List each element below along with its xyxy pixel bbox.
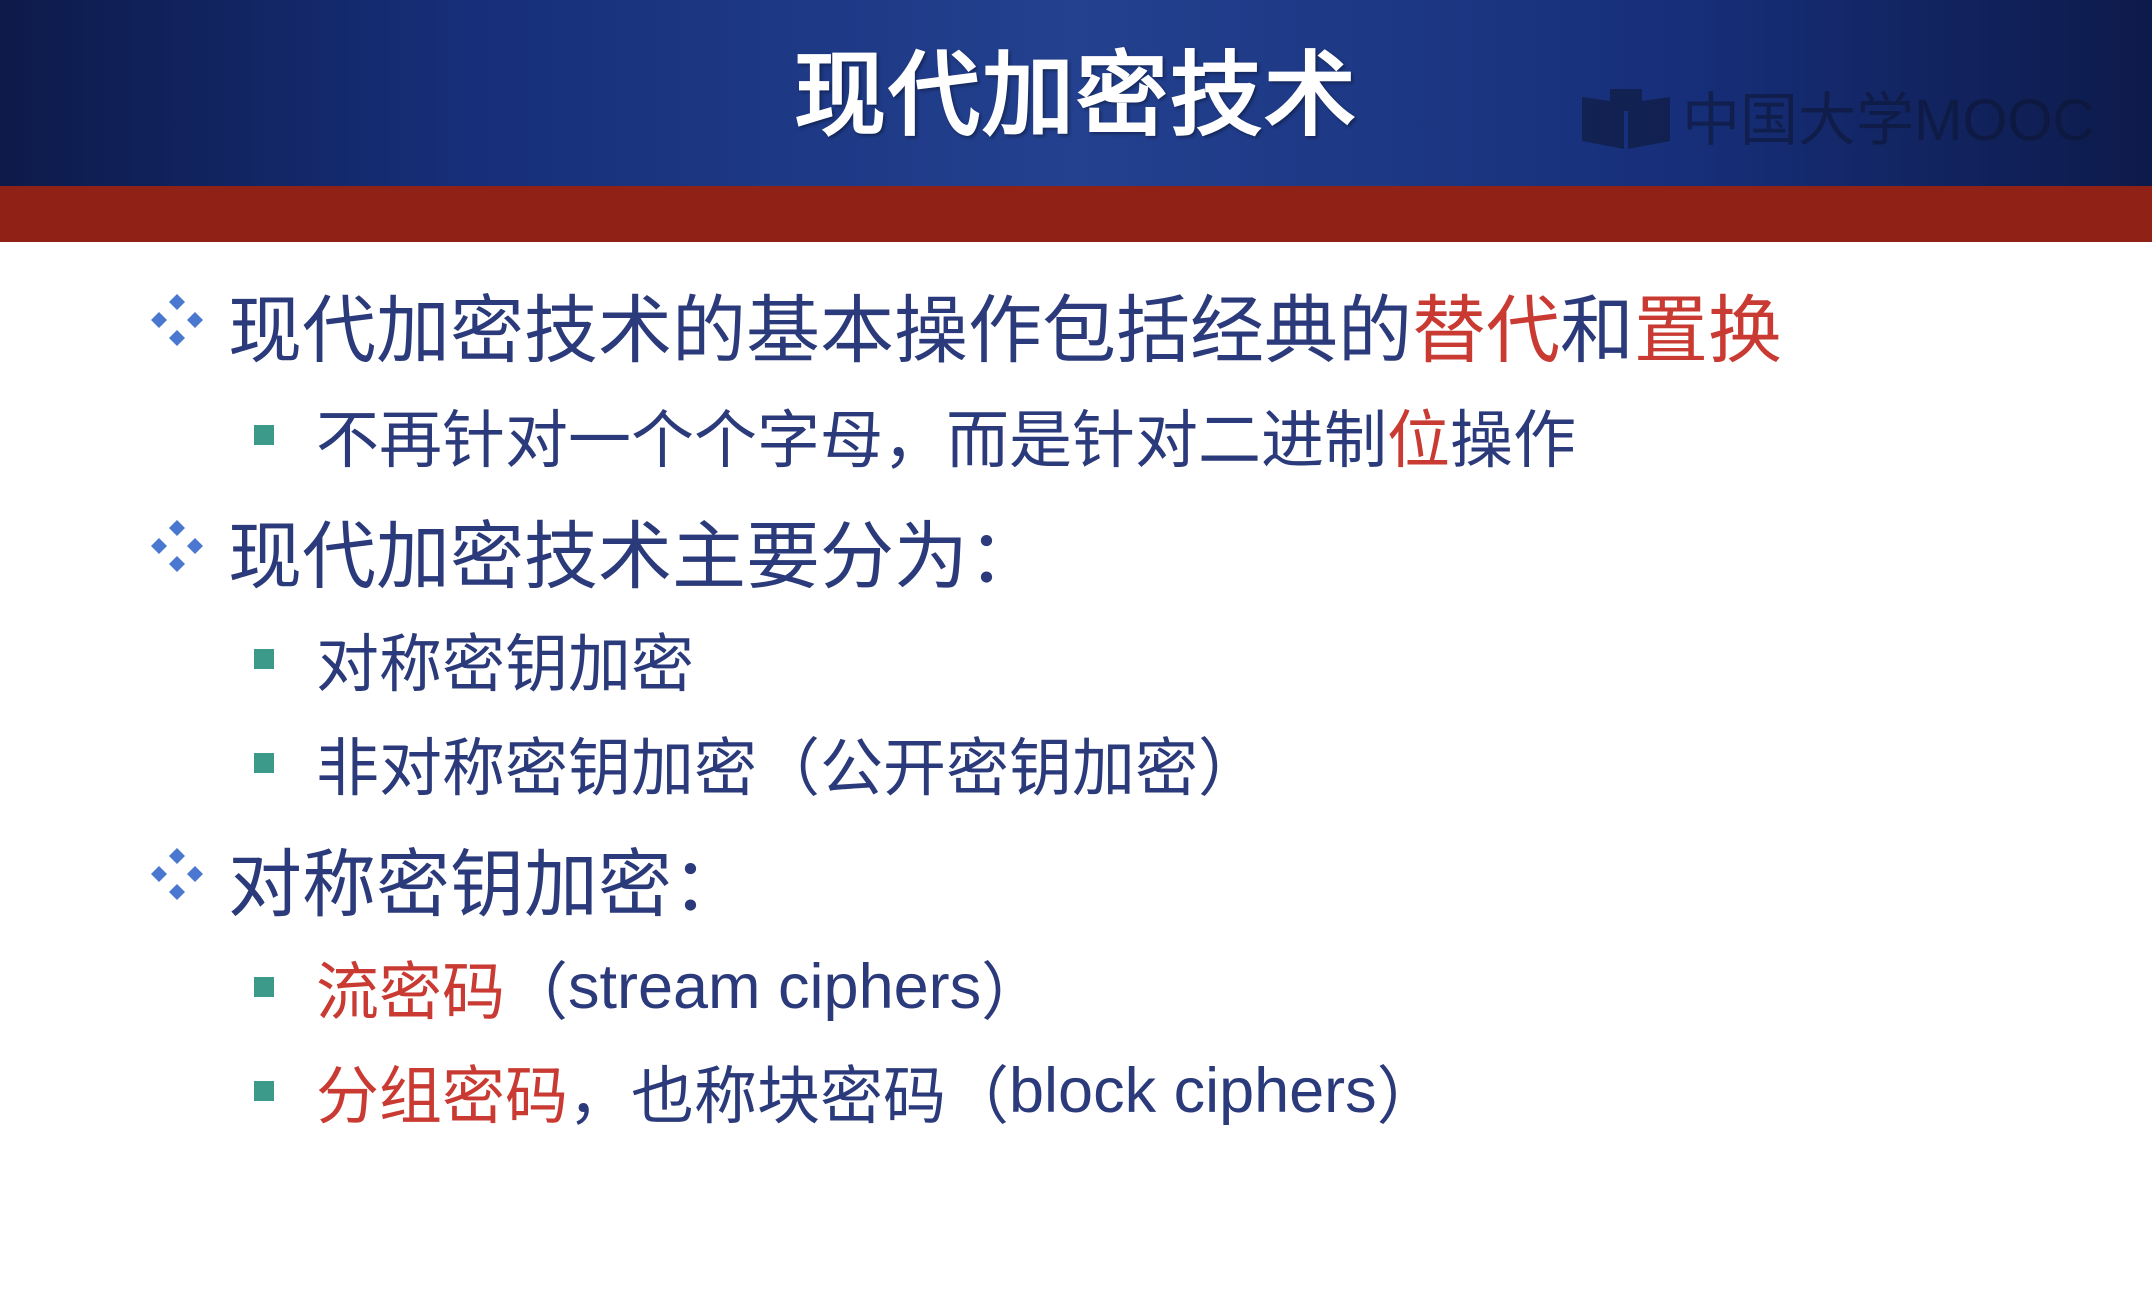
- square-bullet-icon: [254, 1081, 274, 1101]
- bullet-highlight-text: 流密码: [316, 955, 505, 1029]
- bullet-text: 非对称密钥加密（公开密钥加密）: [316, 731, 1261, 805]
- bullet-highlight-text: 位: [1387, 403, 1450, 477]
- bullet-text: block ciphers: [1009, 1056, 1377, 1126]
- sub-bullet-item: 不再针对一个个字母，而是针对二进制位操作: [254, 390, 1576, 480]
- square-bullet-icon: [254, 753, 274, 773]
- diamond-bullet-icon: [148, 835, 206, 921]
- bullet-text: ，也称块密码（: [568, 1059, 1009, 1133]
- sub-bullet-item: 对称密钥加密: [254, 614, 694, 704]
- bullet-text: stream ciphers: [568, 952, 982, 1022]
- bullet-text: 现代加密技术主要分为：: [228, 513, 1042, 600]
- bullet-text: 和: [1560, 287, 1634, 374]
- bullet-text: ）: [981, 955, 1045, 1029]
- bullet-item: 现代加密技术主要分为：: [148, 500, 1042, 600]
- square-bullet-icon: [254, 977, 274, 997]
- bullet-text: （: [505, 955, 568, 1029]
- slide-body: 现代加密技术的基本操作包括经典的 替代和置换 不再针对一个个字母，而是针对二进制位…: [0, 0, 2152, 1296]
- sub-bullet-item: 非对称密钥加密（公开密钥加密）: [254, 718, 1261, 808]
- diamond-bullet-icon: [148, 281, 206, 367]
- bullet-text: ）: [1376, 1059, 1440, 1133]
- bullet-highlight-text: 置换: [1634, 287, 1782, 374]
- bullet-text: 对称密钥加密: [316, 627, 694, 701]
- bullet-text: 对称密钥加密：: [228, 841, 746, 928]
- bullet-item: 对称密钥加密：: [148, 828, 746, 928]
- bullet-highlight-text: 分组密码: [316, 1059, 568, 1133]
- bullet-text: 不再针对一个个字母，而是针对二进制: [316, 403, 1387, 477]
- bullet-text: 现代加密技术的基本操作包括经典的: [228, 287, 1412, 374]
- sub-bullet-item: 流密码（stream ciphers）: [254, 942, 1044, 1032]
- bullet-text: 操作: [1450, 403, 1576, 477]
- square-bullet-icon: [254, 649, 274, 669]
- bullet-highlight-text: 替代: [1412, 287, 1560, 374]
- square-bullet-icon: [254, 425, 274, 445]
- sub-bullet-item: 分组密码 ，也称块密码（ block ciphers）: [254, 1046, 1440, 1136]
- diamond-bullet-icon: [148, 507, 206, 593]
- bullet-item: 现代加密技术的基本操作包括经典的 替代和置换: [148, 274, 1782, 374]
